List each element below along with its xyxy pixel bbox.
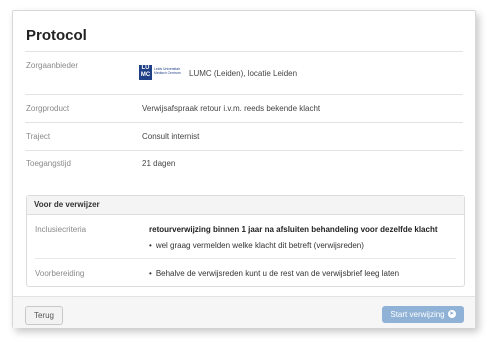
toegangstijd-value: 21 dagen <box>142 159 176 168</box>
zorgaanbieder-value: LUMC (Leiden), locatie Leiden <box>189 69 298 78</box>
start-verwijzing-button[interactable]: Start verwijzing ➤ <box>382 306 464 323</box>
bullet-text: Behalve de verwijsreden kunt u de rest v… <box>149 269 399 278</box>
logo-text-line-2: Medisch Centrum <box>154 71 181 75</box>
traject-value: Consult internist <box>142 132 200 141</box>
lumc-logo-text: Leids Universitair Medisch Centrum <box>154 67 181 75</box>
page-title: Protocol <box>26 27 87 44</box>
verwijzer-panel: Voor de verwijzer Inclusiecriteria retou… <box>26 195 465 287</box>
zorgaanbieder-label: Zorgaanbieder <box>26 61 79 70</box>
inclusiecriteria-main: retourverwijzing binnen 1 jaar na afslui… <box>149 225 438 234</box>
zorgproduct-value: Verwijsafspraak retour i.v.m. reeds beke… <box>142 104 321 113</box>
back-button[interactable]: Terug <box>25 306 63 325</box>
divider <box>25 94 463 95</box>
start-verwijzing-label: Start verwijzing <box>390 310 445 319</box>
lumc-logo: LU MC Leids Universitair Medisch Centrum <box>139 65 183 80</box>
zorgproduct-label: Zorgproduct <box>26 104 70 113</box>
traject-label: Traject <box>26 132 51 141</box>
protocol-card: Protocol Zorgaanbieder LU MC Leids Unive… <box>12 10 476 328</box>
lumc-logo-mark: LU MC <box>139 65 152 80</box>
inclusiecriteria-label: Inclusiecriteria <box>35 225 87 234</box>
bullet-text: wel graag vermelden welke klacht dit bet… <box>149 241 364 250</box>
voorbereiding-label: Voorbereiding <box>35 269 85 278</box>
toegangstijd-label: Toegangstijd <box>26 159 71 168</box>
arrow-right-circle-icon: ➤ <box>447 309 456 318</box>
divider <box>25 51 463 52</box>
panel-heading: Voor de verwijzer <box>27 196 464 215</box>
inclusiecriteria-bullet: wel graag vermelden welke klacht dit bet… <box>149 241 364 250</box>
card-footer: Terug Start verwijzing ➤ <box>13 296 475 328</box>
divider <box>25 150 463 151</box>
voorbereiding-bullet: Behalve de verwijsreden kunt u de rest v… <box>149 269 399 278</box>
panel-divider <box>35 258 456 259</box>
divider <box>25 122 463 123</box>
